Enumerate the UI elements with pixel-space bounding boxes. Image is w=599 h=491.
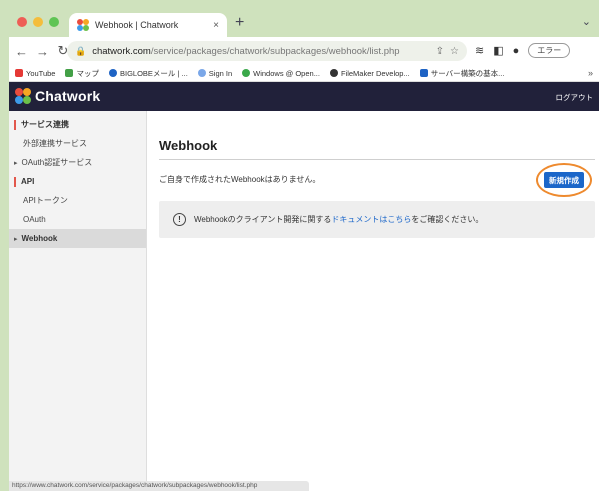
info-text: Webhookのクライアント開発に関するドキュメントはこちらをご確認ください。 bbox=[194, 215, 484, 224]
extension-icon[interactable]: ≋ bbox=[475, 44, 484, 57]
back-icon[interactable]: ← bbox=[15, 44, 28, 59]
sidebar-item-external-services[interactable]: 外部連携サービス bbox=[9, 134, 146, 153]
sidebar-section-api: API bbox=[9, 172, 146, 191]
server-icon bbox=[419, 69, 428, 77]
browser-toolbar: ← → ↻ 🔒 chatwork.com/service/packages/ch… bbox=[9, 37, 599, 65]
tab-close-icon[interactable]: × bbox=[213, 20, 219, 31]
youtube-icon bbox=[15, 69, 23, 77]
extension-area: ≋ ◧ ● エラー bbox=[475, 43, 571, 58]
sidebar-section-service-integration: サービス連携 bbox=[9, 115, 146, 134]
tab-strip: Webhook | Chatwork × + ⌄ bbox=[9, 9, 599, 37]
info-icon: ! bbox=[173, 213, 186, 226]
link-status-bar: https://www.chatwork.com/service/package… bbox=[9, 481, 309, 491]
empty-state-message: ご自身で作成されたWebhookはありません。 bbox=[159, 175, 321, 184]
sidepanel-icon[interactable]: ◧ bbox=[493, 44, 503, 57]
url-text[interactable]: chatwork.com/service/packages/chatwork/s… bbox=[92, 46, 429, 57]
bookmarks-bar: YouTube マップ BIGLOBEメール | ... Sign In Win… bbox=[9, 65, 599, 82]
bookmark-item[interactable]: BIGLOBEメール | ... bbox=[108, 68, 188, 79]
tab-search-chevron-icon[interactable]: ⌄ bbox=[582, 15, 591, 28]
maximize-window-button[interactable] bbox=[49, 17, 59, 27]
app-header: Chatwork ログアウト bbox=[9, 82, 599, 111]
bookmark-item[interactable]: YouTube bbox=[15, 69, 55, 78]
create-webhook-button[interactable]: 新規作成 bbox=[544, 172, 584, 188]
bookmark-item[interactable]: マップ bbox=[65, 68, 99, 79]
logo-text: Chatwork bbox=[35, 88, 101, 104]
main-content: Webhook ご自身で作成されたWebhookはありません。 新規作成 ! W… bbox=[159, 111, 599, 491]
bullet-icon: ▸ bbox=[14, 235, 18, 243]
sidebar-item-api-token[interactable]: APIトークン bbox=[9, 191, 146, 210]
bookmark-item[interactable]: Windows @ Open... bbox=[242, 69, 320, 78]
maps-icon bbox=[65, 69, 74, 77]
sidebar-item-oauth-services[interactable]: ▸ OAuth認証サービス bbox=[9, 153, 146, 172]
profile-avatar-icon[interactable]: ● bbox=[513, 45, 520, 57]
new-tab-button[interactable]: + bbox=[235, 14, 244, 32]
info-notice: ! Webhookのクライアント開発に関するドキュメントはこちらをご確認ください… bbox=[159, 201, 595, 238]
profile-error-chip[interactable]: エラー bbox=[528, 43, 571, 58]
window-controls bbox=[17, 17, 59, 27]
biglobe-icon bbox=[108, 69, 117, 77]
page-title: Webhook bbox=[159, 138, 218, 153]
documentation-link[interactable]: ドキュメントはこちら bbox=[331, 215, 411, 224]
tab-title: Webhook | Chatwork bbox=[95, 20, 179, 30]
close-window-button[interactable] bbox=[17, 17, 27, 27]
sign-in-icon bbox=[197, 69, 206, 77]
tab-webhook[interactable]: Webhook | Chatwork × bbox=[69, 13, 227, 37]
minimize-window-button[interactable] bbox=[33, 17, 43, 27]
bookmark-item[interactable]: FileMaker Develop... bbox=[329, 69, 410, 78]
sidebar-item-oauth[interactable]: OAuth bbox=[9, 210, 146, 229]
bookmarks-overflow-icon[interactable]: » bbox=[588, 68, 593, 78]
bookmark-star-icon[interactable]: ☆ bbox=[450, 46, 459, 57]
bookmark-item[interactable]: サーバー構築の基本... bbox=[419, 68, 504, 79]
chatwork-logo-icon bbox=[15, 88, 31, 104]
lock-icon: 🔒 bbox=[75, 45, 87, 56]
bullet-icon: ▸ bbox=[14, 159, 18, 167]
sidebar-item-webhook[interactable]: ▸ Webhook bbox=[9, 229, 146, 248]
sidebar: サービス連携 外部連携サービス ▸ OAuth認証サービス API APIトークン… bbox=[9, 111, 147, 491]
share-icon[interactable]: ⇪ bbox=[436, 46, 444, 57]
forward-icon[interactable]: → bbox=[36, 44, 49, 59]
browser-window: Webhook | Chatwork × + ⌄ ← → ↻ 🔒 chatwor… bbox=[9, 9, 599, 491]
windows-icon bbox=[242, 69, 251, 77]
bookmark-item[interactable]: Sign In bbox=[197, 69, 232, 78]
filemaker-icon bbox=[329, 69, 338, 77]
logout-link[interactable]: ログアウト bbox=[556, 92, 594, 103]
address-bar[interactable]: 🔒 chatwork.com/service/packages/chatwork… bbox=[67, 41, 467, 61]
chatwork-favicon-icon bbox=[77, 19, 89, 31]
chatwork-logo[interactable]: Chatwork bbox=[15, 88, 100, 104]
title-divider bbox=[159, 159, 595, 160]
